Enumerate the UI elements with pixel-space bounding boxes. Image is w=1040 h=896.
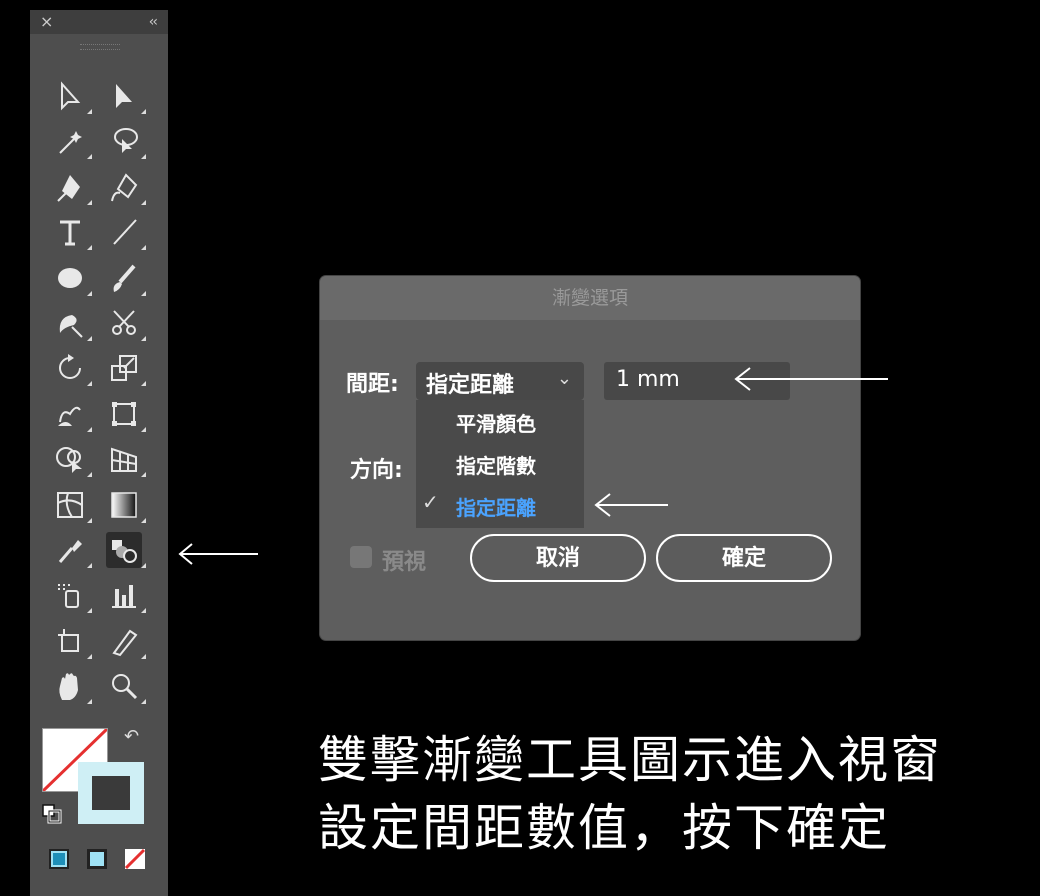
shape-builder-icon[interactable] <box>52 441 92 478</box>
none-mode-icon[interactable] <box>124 848 146 870</box>
pen-icon[interactable] <box>52 169 92 205</box>
caption-line-1: 雙擊漸變工具圖示進入視窗 <box>318 731 942 789</box>
column-graph-icon[interactable] <box>106 577 146 614</box>
gradient-icon[interactable] <box>106 487 146 523</box>
gradient-mode-icon[interactable] <box>86 848 108 870</box>
stroke-swatch[interactable] <box>78 762 144 824</box>
lasso-icon[interactable] <box>106 123 146 160</box>
ellipse-icon[interactable] <box>52 260 92 296</box>
orientation-label: 方向: <box>350 458 403 483</box>
artboard-icon[interactable] <box>52 623 92 659</box>
hand-icon[interactable] <box>52 668 92 705</box>
pointer-arrow-menu <box>594 493 668 517</box>
symbol-sprayer-icon[interactable] <box>52 577 92 614</box>
slice-icon[interactable] <box>106 623 146 659</box>
eyedropper-icon[interactable] <box>52 532 92 568</box>
collapse-icon[interactable]: ‹‹ <box>149 12 158 32</box>
type-icon[interactable] <box>52 214 92 251</box>
curvature-pen-icon[interactable] <box>106 169 146 205</box>
spacing-select[interactable]: 指定距離 ⌄ <box>416 362 584 400</box>
tools-panel-header[interactable]: × ‹‹ <box>30 10 168 34</box>
swap-fill-stroke-icon[interactable]: ↶ <box>124 726 139 747</box>
selection-icon[interactable] <box>52 78 92 114</box>
menu-item-smooth-color[interactable]: 平滑顏色 <box>456 408 536 437</box>
mesh-icon[interactable] <box>52 487 92 523</box>
scissors-icon[interactable] <box>106 305 146 341</box>
free-transform-icon[interactable] <box>106 396 146 432</box>
blend-icon[interactable] <box>106 532 146 568</box>
warp-icon[interactable] <box>52 396 92 432</box>
direct-selection-icon[interactable] <box>106 78 146 114</box>
spacing-label: 間距: <box>346 372 399 397</box>
caption-line-2: 設定間距數值，按下確定 <box>318 799 890 857</box>
pointer-arrow-input <box>734 367 888 391</box>
paintbrush-icon[interactable] <box>106 260 146 296</box>
menu-item-specified-distance[interactable]: 指定距離 <box>456 492 536 521</box>
spacing-distance-value: 1 mm <box>616 367 680 392</box>
close-icon[interactable]: × <box>40 12 53 32</box>
color-mode-icon[interactable] <box>48 848 70 870</box>
zoom-icon[interactable] <box>106 668 146 705</box>
checkmark-icon: ✓ <box>422 490 439 514</box>
menu-item-specified-steps[interactable]: 指定階數 <box>456 450 536 479</box>
preview-checkbox[interactable] <box>350 546 372 568</box>
scale-icon[interactable] <box>106 350 146 387</box>
preview-label: 預視 <box>382 550 427 575</box>
panel-grip[interactable] <box>80 44 120 50</box>
default-fill-stroke-icon[interactable] <box>42 804 62 824</box>
cancel-button[interactable]: 取消 <box>470 534 646 582</box>
perspective-grid-icon[interactable] <box>106 441 146 478</box>
ok-button[interactable]: 確定 <box>656 534 832 582</box>
pointer-arrow-blend <box>178 543 258 565</box>
line-segment-icon[interactable] <box>106 214 146 251</box>
rotate-icon[interactable] <box>52 350 92 387</box>
dialog-title: 漸變選項 <box>320 276 860 320</box>
magic-wand-icon[interactable] <box>52 123 92 160</box>
spacing-select-value: 指定距離 <box>426 373 515 398</box>
shaper-icon[interactable] <box>52 305 92 341</box>
chevron-down-icon: ⌄ <box>556 368 572 389</box>
